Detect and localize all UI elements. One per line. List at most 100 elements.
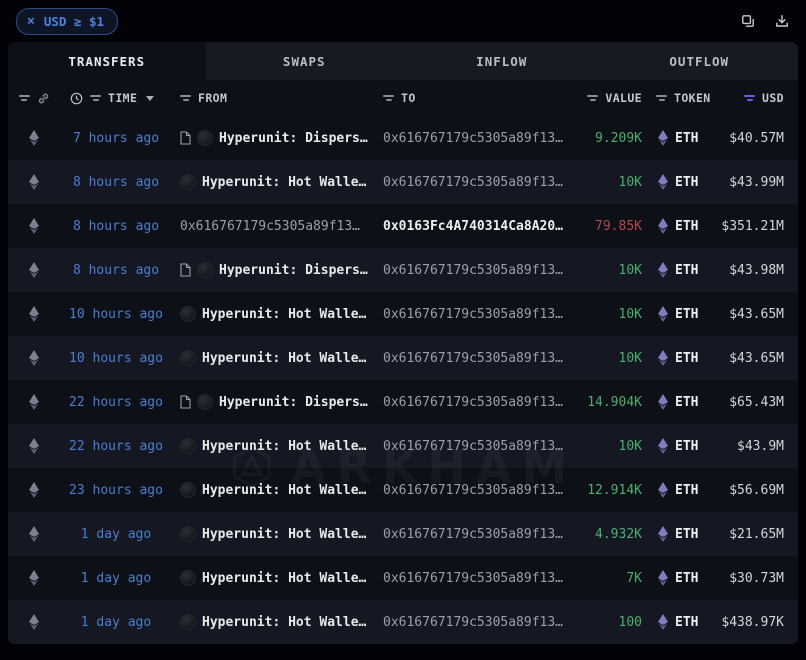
col-header-time[interactable]: TIME bbox=[108, 91, 137, 105]
time-cell[interactable]: 7 hours ago bbox=[60, 131, 172, 146]
tab-swaps[interactable]: SWAPS bbox=[206, 42, 404, 80]
usd-filter-chip[interactable]: × USD ≥ $1 bbox=[16, 8, 118, 35]
time-cell[interactable]: 23 hours ago bbox=[60, 483, 172, 498]
col-header-token[interactable]: TOKEN bbox=[674, 91, 711, 105]
usd-filter-icon-active[interactable] bbox=[744, 95, 755, 101]
token-cell[interactable]: ETH bbox=[648, 218, 710, 234]
table-row[interactable]: 1 day ago Hyperunit: Hot Walle… 0x616767… bbox=[8, 556, 798, 600]
time-cell[interactable]: 10 hours ago bbox=[60, 307, 172, 322]
time-cell[interactable]: 8 hours ago bbox=[60, 219, 172, 234]
time-filter-icon[interactable] bbox=[90, 95, 101, 101]
table-row[interactable]: 23 hours ago Hyperunit: Hot Walle… 0x616… bbox=[8, 468, 798, 512]
from-cell[interactable]: Hyperunit: Hot Walle… bbox=[172, 174, 378, 190]
col-header-to[interactable]: TO bbox=[401, 91, 416, 105]
token-cell[interactable]: ETH bbox=[648, 130, 710, 146]
col-header-usd[interactable]: USD bbox=[762, 91, 784, 105]
token-cell[interactable]: ETH bbox=[648, 570, 710, 586]
token-cell[interactable]: ETH bbox=[648, 306, 710, 322]
time-cell[interactable]: 8 hours ago bbox=[60, 263, 172, 278]
time-cell[interactable]: 1 day ago bbox=[60, 527, 172, 542]
table-row[interactable]: 8 hours ago 0x616767179c5305a89f13… 0x01… bbox=[8, 204, 798, 248]
value-cell: 14.904K bbox=[585, 395, 648, 410]
to-cell[interactable]: 0x616767179c5305a89f13… bbox=[378, 615, 585, 630]
eth-chain-icon bbox=[29, 218, 39, 234]
token-cell[interactable]: ETH bbox=[648, 394, 710, 410]
token-filter-icon[interactable] bbox=[656, 95, 667, 101]
contract-doc-icon bbox=[180, 131, 191, 145]
from-cell[interactable]: Hyperunit: Hot Walle… bbox=[172, 614, 378, 630]
chain-cell bbox=[8, 570, 60, 586]
token-cell[interactable]: ETH bbox=[648, 350, 710, 366]
to-cell[interactable]: 0x616767179c5305a89f13… bbox=[378, 131, 585, 146]
value-cell: 9.209K bbox=[585, 131, 648, 146]
table-row[interactable]: 22 hours ago Hyperunit: Hot Walle… 0x616… bbox=[8, 424, 798, 468]
value-cell: 10K bbox=[585, 307, 648, 322]
usd-cell: $43.9M bbox=[710, 439, 798, 454]
from-cell[interactable]: Hyperunit: Hot Walle… bbox=[172, 306, 378, 322]
table-row[interactable]: 1 day ago Hyperunit: Hot Walle… 0x616767… bbox=[8, 600, 798, 644]
from-cell[interactable]: Hyperunit: Hot Walle… bbox=[172, 438, 378, 454]
tab-transfers[interactable]: TRANSFERS bbox=[8, 42, 206, 80]
table-row[interactable]: 22 hours ago Hyperunit: Dispers… 0x61676… bbox=[8, 380, 798, 424]
entity-avatar bbox=[180, 350, 196, 366]
from-cell[interactable]: 0x616767179c5305a89f13… bbox=[172, 219, 378, 234]
from-cell[interactable]: Hyperunit: Hot Walle… bbox=[172, 526, 378, 542]
token-cell[interactable]: ETH bbox=[648, 174, 710, 190]
from-cell[interactable]: Hyperunit: Dispers… bbox=[172, 262, 378, 278]
copy-icon[interactable] bbox=[738, 11, 758, 31]
col-header-from[interactable]: FROM bbox=[198, 91, 227, 105]
table-row[interactable]: 10 hours ago Hyperunit: Hot Walle… 0x616… bbox=[8, 336, 798, 380]
from-filter-icon[interactable] bbox=[180, 95, 191, 101]
time-cell[interactable]: 1 day ago bbox=[60, 571, 172, 586]
tab-outflow[interactable]: OUTFLOW bbox=[601, 42, 799, 80]
table-row[interactable]: 8 hours ago Hyperunit: Dispers… 0x616767… bbox=[8, 248, 798, 292]
token-cell[interactable]: ETH bbox=[648, 262, 710, 278]
link-icon[interactable] bbox=[37, 92, 50, 105]
from-cell[interactable]: Hyperunit: Dispers… bbox=[172, 394, 378, 410]
download-icon[interactable] bbox=[772, 11, 792, 31]
chain-cell bbox=[8, 130, 60, 146]
to-cell[interactable]: 0x616767179c5305a89f13… bbox=[378, 439, 585, 454]
entity-avatar bbox=[197, 262, 213, 278]
to-cell[interactable]: 0x0163Fc4A740314Ca8A20… bbox=[378, 219, 585, 234]
value-cell: 100 bbox=[585, 615, 648, 630]
table-row[interactable]: 10 hours ago Hyperunit: Hot Walle… 0x616… bbox=[8, 292, 798, 336]
tab-inflow[interactable]: INFLOW bbox=[403, 42, 601, 80]
time-cell[interactable]: 10 hours ago bbox=[60, 351, 172, 366]
value-filter-icon[interactable] bbox=[587, 95, 598, 101]
to-cell[interactable]: 0x616767179c5305a89f13… bbox=[378, 527, 585, 542]
entity-avatar bbox=[180, 306, 196, 322]
time-cell[interactable]: 8 hours ago bbox=[60, 175, 172, 190]
to-cell[interactable]: 0x616767179c5305a89f13… bbox=[378, 307, 585, 322]
from-cell[interactable]: Hyperunit: Hot Walle… bbox=[172, 482, 378, 498]
usd-cell: $43.99M bbox=[710, 175, 798, 190]
caret-down-icon[interactable] bbox=[146, 96, 154, 101]
to-cell[interactable]: 0x616767179c5305a89f13… bbox=[378, 263, 585, 278]
time-cell[interactable]: 22 hours ago bbox=[60, 439, 172, 454]
remove-filter-icon[interactable]: × bbox=[27, 15, 35, 28]
to-cell[interactable]: 0x616767179c5305a89f13… bbox=[378, 571, 585, 586]
to-cell[interactable]: 0x616767179c5305a89f13… bbox=[378, 395, 585, 410]
table-row[interactable]: 1 day ago Hyperunit: Hot Walle… 0x616767… bbox=[8, 512, 798, 556]
usd-cell: $43.65M bbox=[710, 307, 798, 322]
table-row[interactable]: 8 hours ago Hyperunit: Hot Walle… 0x6167… bbox=[8, 160, 798, 204]
entity-avatar bbox=[180, 482, 196, 498]
to-cell[interactable]: 0x616767179c5305a89f13… bbox=[378, 175, 585, 190]
token-cell[interactable]: ETH bbox=[648, 482, 710, 498]
value-cell: 7K bbox=[585, 571, 648, 586]
col-header-value[interactable]: VALUE bbox=[605, 91, 642, 105]
from-cell[interactable]: Hyperunit: Hot Walle… bbox=[172, 350, 378, 366]
token-cell[interactable]: ETH bbox=[648, 614, 710, 630]
time-cell[interactable]: 1 day ago bbox=[60, 615, 172, 630]
table-row[interactable]: 7 hours ago Hyperunit: Dispers… 0x616767… bbox=[8, 116, 798, 160]
from-cell[interactable]: Hyperunit: Hot Walle… bbox=[172, 570, 378, 586]
from-cell[interactable]: Hyperunit: Dispers… bbox=[172, 130, 378, 146]
time-cell[interactable]: 22 hours ago bbox=[60, 395, 172, 410]
usd-cell: $438.97K bbox=[710, 615, 798, 630]
chain-filter-icon[interactable] bbox=[19, 95, 30, 101]
to-cell[interactable]: 0x616767179c5305a89f13… bbox=[378, 351, 585, 366]
token-cell[interactable]: ETH bbox=[648, 438, 710, 454]
to-filter-icon[interactable] bbox=[383, 95, 394, 101]
token-cell[interactable]: ETH bbox=[648, 526, 710, 542]
to-cell[interactable]: 0x616767179c5305a89f13… bbox=[378, 483, 585, 498]
